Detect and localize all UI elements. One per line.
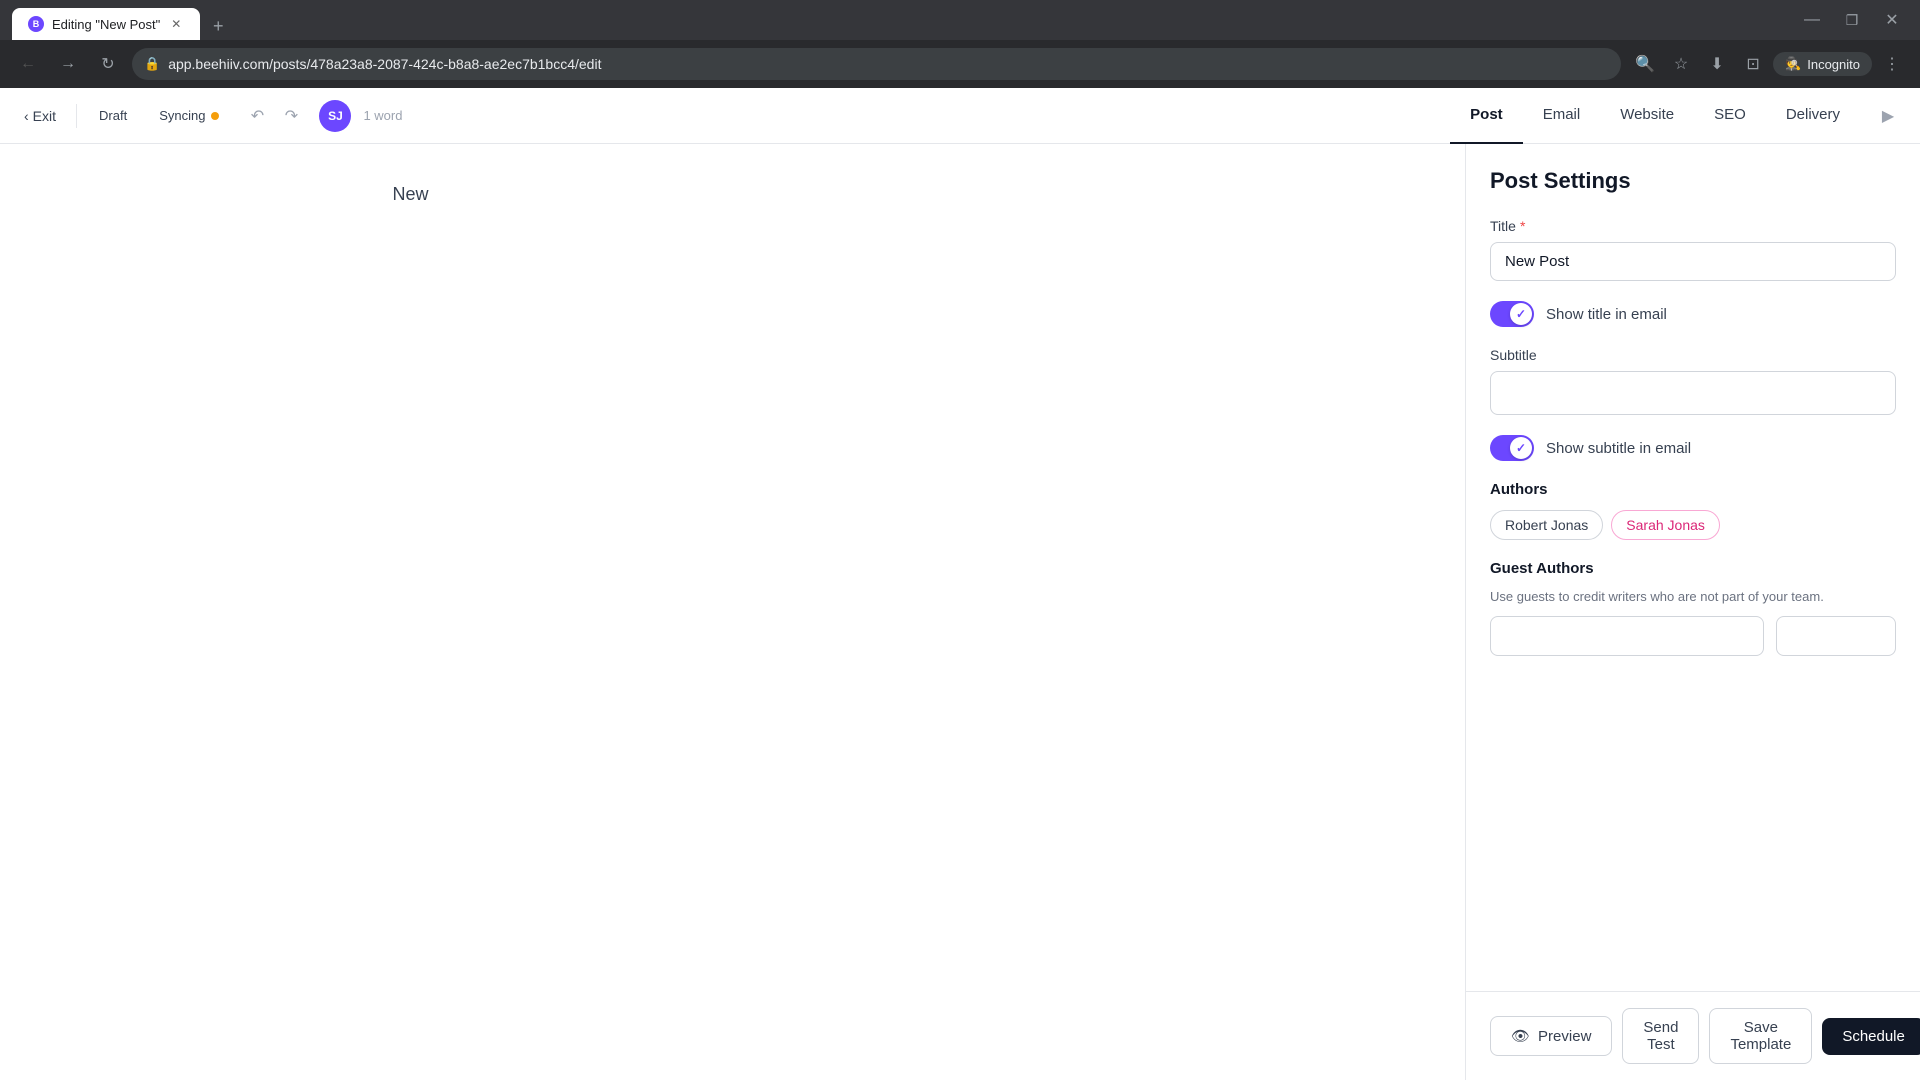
editor-content[interactable]: New: [393, 184, 1073, 205]
syncing-status: Syncing: [149, 104, 229, 127]
split-screen-button[interactable]: ⊡: [1737, 48, 1769, 80]
exit-label: Exit: [33, 108, 56, 124]
preview-button[interactable]: 👁 Preview: [1490, 1016, 1612, 1056]
main-tab-navigation: Post Email Website SEO Delivery: [1450, 88, 1860, 144]
collapse-panel-button[interactable]: ▶: [1872, 100, 1904, 132]
title-input[interactable]: [1490, 242, 1896, 281]
tab-website[interactable]: Website: [1600, 88, 1694, 144]
subtitle-label: Subtitle: [1490, 347, 1896, 363]
user-avatar[interactable]: SJ: [319, 100, 351, 132]
lock-icon: 🔒: [144, 56, 160, 72]
word-count: 1 word: [363, 108, 402, 123]
save-template-label: Save Template: [1730, 1019, 1791, 1053]
browser-tab[interactable]: B Editing "New Post" ✕: [12, 8, 200, 40]
tab-close-button[interactable]: ✕: [168, 16, 184, 32]
send-test-label: Send Test: [1643, 1019, 1678, 1053]
guest-author-input-1[interactable]: [1490, 616, 1764, 656]
back-arrow-icon: ‹: [24, 108, 29, 124]
incognito-label: Incognito: [1807, 57, 1860, 72]
avatar-initials: SJ: [328, 109, 343, 123]
show-subtitle-label: Show subtitle in email: [1546, 440, 1691, 457]
close-window-button[interactable]: ✕: [1876, 4, 1908, 36]
title-form-group: Title *: [1490, 218, 1896, 281]
undo-button[interactable]: ↶: [241, 100, 273, 132]
draft-status[interactable]: Draft: [89, 104, 137, 127]
lens-button[interactable]: 🔍: [1629, 48, 1661, 80]
author-tag-robert[interactable]: Robert Jonas: [1490, 510, 1603, 540]
settings-footer: 👁 Preview Send Test Save Template Schedu…: [1466, 991, 1920, 1080]
draft-label: Draft: [99, 108, 127, 123]
subtitle-toggle-knob: [1510, 437, 1532, 459]
back-button[interactable]: ←: [12, 48, 44, 80]
authors-list: Robert Jonas Sarah Jonas: [1490, 510, 1896, 540]
syncing-dot: [211, 112, 219, 120]
save-template-button[interactable]: Save Template: [1709, 1008, 1812, 1064]
download-button[interactable]: ⬇: [1701, 48, 1733, 80]
settings-title: Post Settings: [1490, 168, 1896, 194]
address-text: app.beehiiv.com/posts/478a23a8-2087-424c…: [168, 56, 601, 72]
tab-delivery[interactable]: Delivery: [1766, 88, 1860, 144]
address-bar[interactable]: 🔒 app.beehiiv.com/posts/478a23a8-2087-42…: [132, 48, 1621, 80]
restore-button[interactable]: ❐: [1836, 4, 1868, 36]
schedule-label: Schedule: [1842, 1028, 1905, 1045]
editor-area[interactable]: New: [0, 144, 1465, 1080]
exit-button[interactable]: ‹ Exit: [16, 102, 64, 130]
show-subtitle-toggle-row: Show subtitle in email: [1490, 435, 1896, 461]
show-title-label: Show title in email: [1546, 306, 1667, 323]
show-subtitle-toggle[interactable]: [1490, 435, 1534, 461]
reload-button[interactable]: ↻: [92, 48, 124, 80]
tab-favicon: B: [28, 16, 44, 32]
incognito-button[interactable]: 🕵 Incognito: [1773, 52, 1872, 76]
required-marker: *: [1520, 218, 1525, 234]
show-title-toggle[interactable]: [1490, 301, 1534, 327]
guest-authors-description: Use guests to credit writers who are not…: [1490, 589, 1896, 604]
minimize-button[interactable]: —: [1796, 4, 1828, 36]
bookmark-button[interactable]: ☆: [1665, 48, 1697, 80]
forward-button[interactable]: →: [52, 48, 84, 80]
send-test-button[interactable]: Send Test: [1622, 1008, 1699, 1064]
authors-section: Authors Robert Jonas Sarah Jonas: [1490, 481, 1896, 540]
author-tag-sarah[interactable]: Sarah Jonas: [1611, 510, 1720, 540]
tab-title: Editing "New Post": [52, 17, 160, 32]
toolbar-divider: [76, 104, 77, 128]
authors-label: Authors: [1490, 481, 1896, 498]
guest-authors-label: Guest Authors: [1490, 560, 1896, 577]
settings-panel: Post Settings Title * S: [1465, 144, 1920, 1080]
title-label: Title *: [1490, 218, 1896, 234]
guest-author-input-2[interactable]: [1776, 616, 1896, 656]
redo-button[interactable]: ↷: [275, 100, 307, 132]
syncing-label: Syncing: [159, 108, 205, 123]
incognito-icon: 🕵: [1785, 56, 1801, 72]
preview-label: Preview: [1538, 1028, 1591, 1045]
subtitle-input[interactable]: [1490, 371, 1896, 415]
menu-button[interactable]: ⋮: [1876, 48, 1908, 80]
subtitle-form-group: Subtitle: [1490, 347, 1896, 415]
new-tab-button[interactable]: +: [204, 12, 232, 40]
tab-email[interactable]: Email: [1523, 88, 1601, 144]
preview-icon: 👁: [1511, 1027, 1530, 1045]
tab-seo[interactable]: SEO: [1694, 88, 1766, 144]
schedule-button[interactable]: Schedule: [1822, 1018, 1920, 1055]
tab-post[interactable]: Post: [1450, 88, 1523, 144]
guest-authors-section: Guest Authors Use guests to credit write…: [1490, 560, 1896, 656]
show-title-toggle-row: Show title in email: [1490, 301, 1896, 327]
toggle-knob: [1510, 303, 1532, 325]
